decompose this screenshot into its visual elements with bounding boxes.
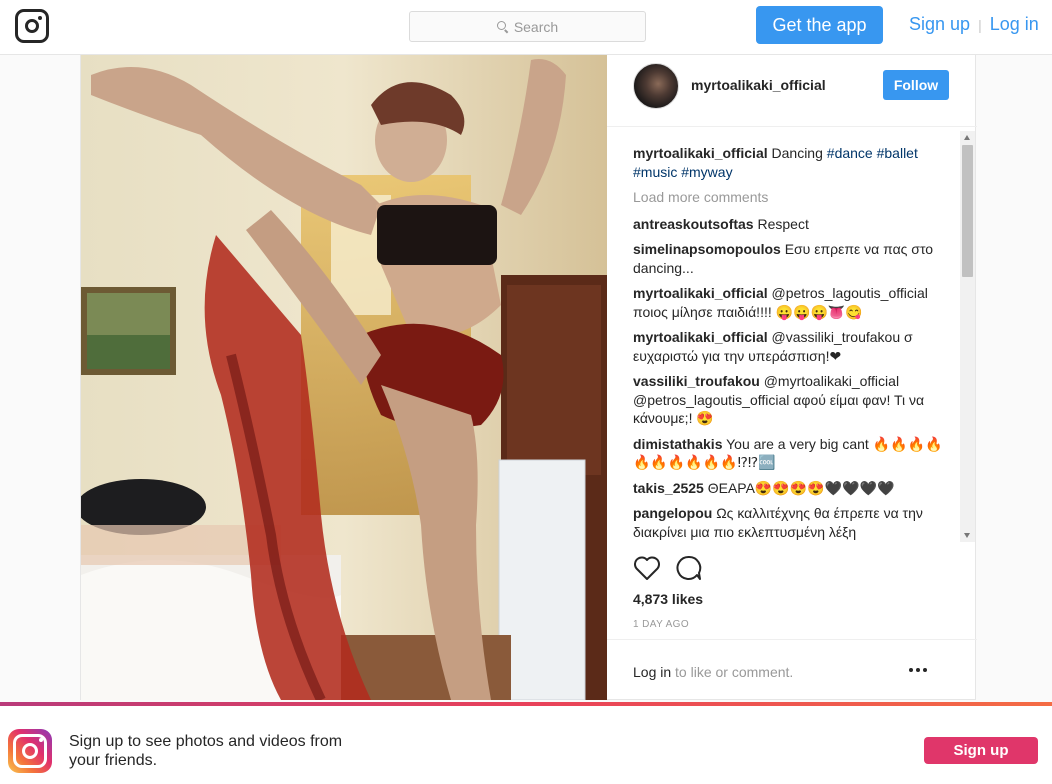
comment-item: myrtoalikaki_official @petros_lagoutis_o… (633, 284, 959, 321)
post-photo-image (81, 55, 607, 700)
comment-item: pangelopou Ως καλλιτέχνης θα έπρεπε να τ… (633, 504, 959, 541)
auth-links: Sign up | Log in (909, 14, 1039, 35)
get-app-button[interactable]: Get the app (756, 6, 883, 44)
banner-message: Sign up to see photos and videos from yo… (69, 733, 343, 769)
post-actions (633, 553, 703, 583)
logo-lens (25, 19, 39, 33)
search-input[interactable]: Search (409, 11, 646, 42)
comment-username[interactable]: myrtoalikaki_official (633, 285, 768, 301)
likes-count[interactable]: 4,873 likes (633, 591, 703, 607)
comment-item: myrtoalikaki_official @vassiliki_troufak… (633, 328, 959, 365)
post-sidebar: myrtoalikaki_official Follow myrtoalikak… (607, 55, 977, 700)
comment-item: vassiliki_troufakou @myrtoalikaki_offici… (633, 372, 959, 428)
avatar[interactable] (633, 63, 679, 109)
load-more-comments-button[interactable]: Load more comments (633, 188, 959, 207)
logo-dot (39, 738, 43, 742)
signup-banner: Sign up to see photos and videos from yo… (0, 702, 1052, 784)
logo-dot (38, 16, 42, 20)
comment-text: Respect (757, 215, 809, 232)
scrollbar-thumb[interactable] (962, 145, 973, 277)
top-nav: Search Get the app Sign up | Log in (0, 0, 1052, 55)
post-owner-username[interactable]: myrtoalikaki_official (691, 77, 826, 93)
dot (923, 668, 927, 672)
post-timestamp: 1 DAY AGO (633, 619, 690, 630)
caption-text: Dancing (771, 145, 823, 161)
caption-username[interactable]: myrtoalikaki_official (633, 145, 768, 161)
comment-username[interactable]: myrtoalikaki_official (633, 329, 768, 345)
comment-username[interactable]: dimistathakis (633, 436, 722, 452)
comment-item: takis_2525 ΘΕΑΡΑ😍😍😍😍🖤🖤🖤🖤 (633, 479, 959, 498)
dot (916, 668, 920, 672)
comment-item: antreaskoutsoftas Respect (633, 215, 959, 234)
post-card: myrtoalikaki_official Follow myrtoalikak… (80, 55, 977, 700)
login-link[interactable]: Log in (633, 664, 671, 680)
comment-bubble-icon[interactable] (675, 554, 703, 582)
comments-scrollbar[interactable] (960, 131, 975, 542)
auth-separator: | (978, 16, 982, 33)
scroll-up-arrow-icon[interactable] (964, 135, 970, 140)
banner-gradient-line (0, 702, 1052, 706)
scroll-down-arrow-icon[interactable] (964, 533, 970, 538)
like-heart-icon[interactable] (633, 555, 661, 581)
instagram-logo-icon[interactable] (15, 9, 49, 43)
comment-username[interactable]: vassiliki_troufakou (633, 373, 760, 389)
banner-sign-up-button[interactable]: Sign up (924, 737, 1038, 764)
post-photo[interactable] (81, 55, 607, 700)
comments-list[interactable]: myrtoalikaki_official Dancing #dance #ba… (633, 144, 959, 542)
sign-up-link[interactable]: Sign up (909, 14, 970, 35)
more-options-icon[interactable] (903, 662, 933, 678)
search-icon (496, 21, 508, 32)
post-header: myrtoalikaki_official Follow (607, 55, 977, 127)
post-caption: myrtoalikaki_official Dancing #dance #ba… (633, 144, 959, 181)
comment-username[interactable]: takis_2525 (633, 480, 704, 496)
search-placeholder: Search (513, 18, 559, 35)
logo-lens (22, 743, 38, 759)
comment-item: simelinapsomopoulos Εσυ επρεπε να πας στ… (633, 240, 959, 277)
comment-username[interactable]: simelinapsomopoulos (633, 241, 781, 257)
login-prompt-row: Log in to like or comment. (607, 639, 977, 700)
follow-button[interactable]: Follow (883, 70, 949, 100)
comment-text: ΘΕΑΡΑ😍😍😍😍🖤🖤🖤🖤 (707, 479, 895, 496)
dot (909, 668, 913, 672)
instagram-color-logo-icon (8, 729, 52, 773)
comment-item: dimistathakis You are a very big cant 🔥🔥… (633, 435, 959, 472)
comment-username[interactable]: pangelopou (633, 505, 712, 521)
comment-username[interactable]: antreaskoutsoftas (633, 216, 754, 232)
log-in-link[interactable]: Log in (990, 14, 1039, 35)
login-prompt: Log in to like or comment. (633, 664, 793, 680)
login-prompt-text: to like or comment. (671, 664, 794, 680)
